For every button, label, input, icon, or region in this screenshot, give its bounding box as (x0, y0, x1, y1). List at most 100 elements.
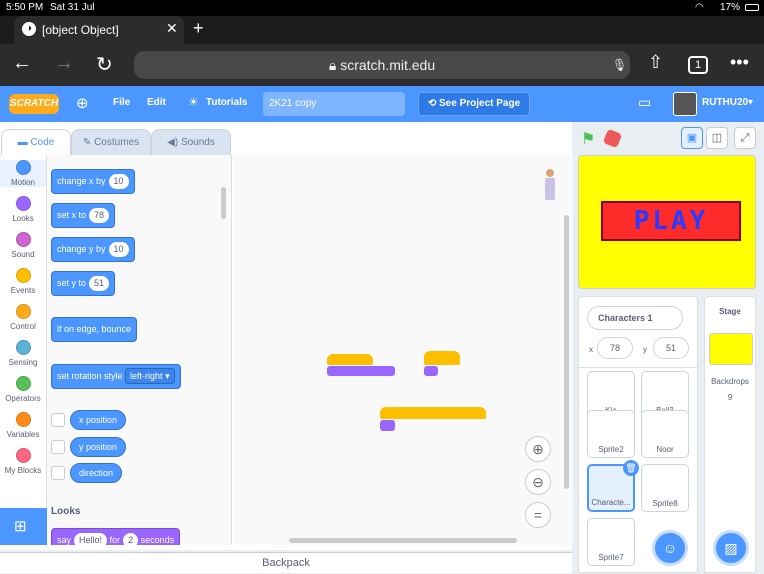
category-events[interactable]: Events (0, 268, 46, 295)
green-flag-icon[interactable]: ⚑ (581, 129, 595, 149)
when-backdrop-switches-block[interactable] (380, 407, 486, 419)
category-variables[interactable]: Variables (0, 412, 46, 439)
direction-reporter[interactable]: direction (70, 463, 123, 483)
browser-tab[interactable]: ◑ [object Object] ✕ (14, 16, 184, 44)
small-stage-button[interactable]: ▣ (681, 127, 703, 149)
block-palette: change x by 10 set x to 78 change y by 10 s… (47, 155, 232, 545)
file-menu[interactable]: File (113, 97, 130, 108)
tab-count[interactable]: 1 (688, 56, 708, 74)
category-dot (15, 160, 31, 175)
add-extension-icon: ⊞ (14, 518, 27, 535)
change-y-block[interactable]: change y by 10 (51, 237, 135, 262)
close-tab-icon[interactable]: ✕ (166, 20, 178, 37)
sprite-name: Sprite2 (598, 445, 624, 454)
show-block[interactable] (380, 420, 395, 431)
forward-icon[interactable]: → (54, 52, 74, 75)
category-sensing[interactable]: Sensing (0, 340, 46, 367)
y-position-reporter[interactable]: y position (70, 437, 127, 457)
x-position-reporter[interactable]: x position (70, 410, 127, 430)
fullscreen-icon: ⤢ (740, 132, 750, 144)
category-looks[interactable]: Looks (0, 196, 46, 223)
lock-icon: 🔒︎ (328, 57, 337, 73)
stop-icon[interactable] (602, 128, 623, 149)
hide-block[interactable] (424, 366, 438, 376)
backpack[interactable]: Backpack (0, 552, 572, 573)
direction-checkbox[interactable] (51, 466, 65, 480)
category-operators[interactable]: Operators (0, 376, 46, 403)
sprite-tile[interactable]: Characte... 🗑︎ (587, 460, 639, 512)
sprite-x-field[interactable]: 78 (597, 337, 633, 359)
sprite-name-field[interactable]: Characters 1 (587, 306, 683, 330)
sprite-tile[interactable]: Sprite8 (641, 464, 689, 512)
category-label: My Blocks (4, 466, 42, 475)
category-sound[interactable]: Sound (0, 232, 46, 259)
category-label: Sensing (8, 358, 38, 367)
edit-menu[interactable]: Edit (147, 97, 166, 108)
category-motion[interactable]: Motion (0, 160, 46, 187)
workspace-v-scrollbar[interactable] (564, 215, 569, 489)
change-y-input[interactable]: 10 (108, 242, 129, 257)
rotation-style-block[interactable]: set rotation style left-right ▾ (51, 364, 181, 389)
globe-icon[interactable]: ⊕ (76, 94, 89, 112)
zoom-in-button[interactable]: ⊕ (525, 436, 551, 462)
sprite-name: Noor (656, 445, 674, 454)
change-x-input[interactable]: 10 (108, 174, 129, 189)
set-x-block[interactable]: set x to 78 (51, 203, 116, 228)
scratch-logo[interactable]: SCRATCH (9, 94, 59, 114)
block-label: for (109, 535, 121, 545)
tab-code[interactable]: ▬ Code (1, 129, 71, 156)
set-y-block[interactable]: set y to 51 (51, 271, 116, 296)
more-icon[interactable]: ••• (730, 52, 749, 73)
sprite-tile[interactable]: Sprite2 (587, 410, 635, 458)
say-for-block[interactable]: say Hello! for 2 seconds (51, 528, 181, 545)
switch-backdrop-block[interactable] (327, 366, 395, 376)
zoom-reset-button[interactable]: = (525, 502, 551, 528)
set-x-input[interactable]: 78 (89, 208, 110, 223)
workspace-h-scrollbar[interactable] (289, 538, 517, 543)
reload-icon[interactable]: ↻ (96, 52, 113, 77)
microphone-icon[interactable]: 🎙︎ (612, 51, 627, 79)
sprite-y-field[interactable]: 51 (653, 337, 689, 359)
zoom-out-button[interactable]: ⊖ (525, 469, 551, 495)
address-bar[interactable]: 🔒︎ scratch.mit.edu 🎙︎ (134, 51, 630, 79)
when-clicked-hat-block[interactable] (424, 351, 460, 365)
sprite-tile[interactable]: Sprite7 (587, 518, 635, 566)
share-icon[interactable]: ⇧ (648, 52, 663, 73)
choose-sprite-button[interactable]: ☺ (652, 530, 688, 566)
fullscreen-button[interactable]: ⤢ (734, 127, 756, 149)
project-title-input[interactable]: 2K21 copy (263, 92, 405, 116)
tutorials-menu[interactable]: Tutorials (206, 97, 247, 108)
say-message-input[interactable]: Hello! (74, 533, 108, 545)
category-my-blocks[interactable]: My Blocks (0, 448, 46, 475)
category-label: Sound (11, 250, 35, 259)
rotation-style-dropdown[interactable]: left-right ▾ (125, 368, 175, 384)
change-x-block[interactable]: change x by 10 (51, 169, 135, 194)
sprite-pane: Characters 1 x 78 y 51 KiaBall3Sprite2No… (578, 296, 698, 573)
folder-icon[interactable]: ▭ (638, 94, 651, 111)
code-workspace[interactable]: ⊕ ⊖ = (233, 155, 573, 545)
new-tab-icon[interactable]: + (193, 18, 204, 39)
see-project-button[interactable]: ⟲ See Project Page (418, 92, 530, 116)
account-dropdown-icon[interactable]: ▾ (748, 97, 753, 108)
when-backdrop-hat-block[interactable] (327, 354, 373, 365)
stage-selector[interactable]: Stage Backdrops 9 ▨ (704, 296, 756, 573)
x-position-checkbox[interactable] (51, 413, 65, 427)
set-y-input[interactable]: 51 (89, 276, 110, 291)
y-position-checkbox[interactable] (51, 440, 65, 454)
looks-heading: Looks (51, 506, 81, 517)
say-secs-input[interactable]: 2 (123, 533, 139, 545)
category-control[interactable]: Control (0, 304, 46, 331)
choose-backdrop-button[interactable]: ▨ (713, 530, 749, 566)
back-icon[interactable]: ← (12, 52, 32, 75)
sprite-tile[interactable]: Noor (641, 410, 689, 458)
palette-scrollbar[interactable] (221, 187, 226, 219)
bounce-block[interactable]: if on edge, bounce (51, 317, 138, 342)
large-stage-button[interactable]: ◫ (706, 127, 728, 149)
tab-costumes[interactable]: ✎ Costumes (71, 129, 151, 155)
avatar[interactable] (673, 92, 697, 116)
tab-sounds[interactable]: ◀) Sounds (151, 129, 231, 155)
username[interactable]: RUTHU20 (702, 97, 748, 108)
delete-sprite-icon[interactable]: 🗑︎ (623, 460, 639, 476)
add-extension-button[interactable]: ⊞ (0, 508, 47, 545)
play-sprite[interactable]: PLAY (601, 201, 741, 241)
